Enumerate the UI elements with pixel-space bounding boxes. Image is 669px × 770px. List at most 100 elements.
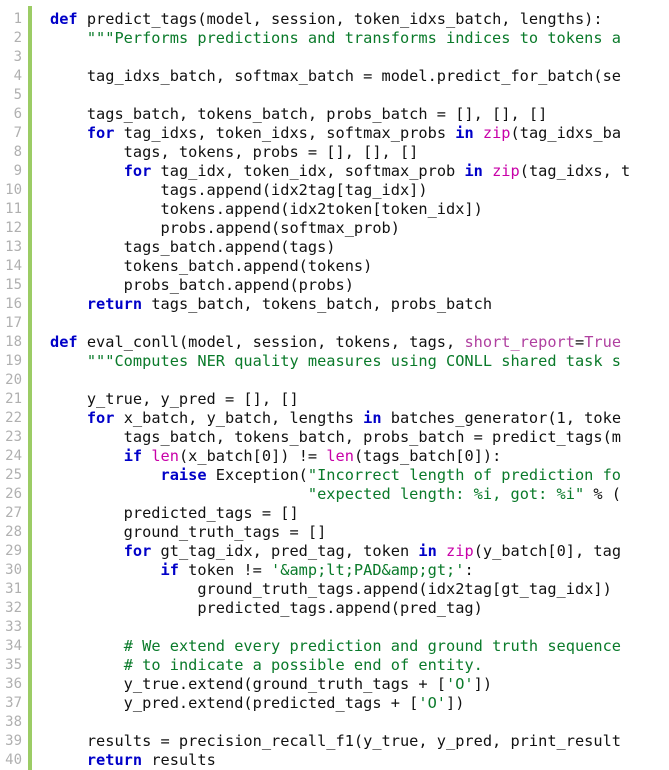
line-number: 5 xyxy=(13,87,22,103)
line-number: 34 xyxy=(5,638,22,654)
code-text: def predict_tags(model, session, token_i… xyxy=(50,10,603,29)
line-number: 37 xyxy=(5,695,22,711)
string-token: "Incorrect length of prediction fo xyxy=(307,466,622,484)
code-text: if token != '&amp;lt;PAD&amp;gt;': xyxy=(50,561,474,580)
code-text: tokens.append(idx2token[token_idx]) xyxy=(50,200,483,219)
code-text: results = precision_recall_f1(y_true, y_… xyxy=(50,732,621,751)
code-text: # to indicate a possible end of entity. xyxy=(50,656,483,675)
code-token: y_true.extend(ground_truth_tags + [ xyxy=(50,675,447,693)
code-text: return tags_batch, tokens_batch, probs_b… xyxy=(50,295,492,314)
line-number: 9 xyxy=(13,163,22,179)
code-token: eval_conll(model, session, tokens, tags, xyxy=(77,333,465,351)
code-text: tags_batch, tokens_batch, probs_batch = … xyxy=(50,428,621,447)
code-token: results = precision_recall_f1(y_true, y_… xyxy=(50,732,621,750)
code-text: tags.append(idx2tag[tag_idx]) xyxy=(50,181,428,200)
code-token: tag_idxs_batch, softmax_batch = model.pr… xyxy=(50,67,621,85)
builtin-token: zip xyxy=(482,124,511,142)
code-text: """Performs predictions and transforms i… xyxy=(50,29,621,48)
code-text: for x_batch, y_batch, lengths in batches… xyxy=(50,409,621,428)
code-token: token != xyxy=(178,561,272,579)
keyword-token: if xyxy=(123,447,143,465)
string-token: "expected length: %i, got: %i" xyxy=(307,485,585,503)
code-text: """Computes NER quality measures using C… xyxy=(50,352,621,371)
line-number: 38 xyxy=(5,714,22,730)
code-token: x_batch, y_batch, lengths xyxy=(114,409,364,427)
line-number: 11 xyxy=(5,201,22,217)
keyword-token: for xyxy=(123,542,152,560)
keyword-token: if xyxy=(160,561,179,579)
code-token: ]) xyxy=(446,694,465,712)
code-token: predicted_tags.append(pred_tag) xyxy=(50,599,483,617)
code-token: Exception( xyxy=(206,466,308,484)
code-token: tag_idxs, token_idxs, softmax_probs xyxy=(114,124,456,142)
builtin-token: zip xyxy=(446,542,474,560)
string-token: '&amp;lt;PAD&amp;gt;' xyxy=(271,561,465,579)
code-text: tags_batch.append(tags) xyxy=(50,238,336,257)
comment-token: # We extend every prediction and ground … xyxy=(123,637,622,655)
string-token: 'O' xyxy=(418,694,447,712)
code-token: predict_tags(model, session, token_idxs_… xyxy=(77,10,603,28)
keyword-token: for xyxy=(86,409,115,427)
code-text: predicted_tags = [] xyxy=(50,504,299,523)
code-text: for tag_idxs, token_idxs, softmax_probs … xyxy=(50,124,621,143)
builtin-token: zip xyxy=(492,162,520,180)
code-token: ]) xyxy=(473,675,493,693)
code-text: tokens_batch.append(tokens) xyxy=(50,257,373,276)
builtin-token: len xyxy=(326,447,354,465)
code-text: predicted_tags.append(pred_tag) xyxy=(50,599,483,618)
change-indicator-bar xyxy=(28,6,32,770)
code-text: y_true, y_pred = [], [] xyxy=(50,390,299,409)
code-token: (tag_idxs_ba xyxy=(510,124,622,142)
keyword-argument-token: True xyxy=(584,333,622,351)
string-token: """Performs predictions and transforms i… xyxy=(86,29,621,47)
line-number: 22 xyxy=(5,410,22,426)
keyword-token: in xyxy=(464,162,483,180)
comment-token: # to indicate a possible end of entity. xyxy=(123,656,483,674)
line-number: 7 xyxy=(13,125,22,141)
keyword-token: raise xyxy=(160,466,207,484)
code-text: for gt_tag_idx, pred_tag, token in zip(y… xyxy=(50,542,621,561)
keyword-token: in xyxy=(418,542,437,560)
code-text: ground_truth_tags = [] xyxy=(50,523,327,542)
line-number: 39 xyxy=(5,733,22,749)
line-number: 31 xyxy=(5,581,22,597)
code-token: batches_generator(1, toke xyxy=(381,409,622,427)
line-number: 12 xyxy=(5,220,22,236)
keyword-token: return xyxy=(86,751,143,769)
line-number: 8 xyxy=(13,144,22,160)
line-number: 20 xyxy=(5,372,22,388)
code-token: (y_batch[0], tag xyxy=(473,542,622,560)
line-number: 25 xyxy=(5,467,22,483)
line-number: 36 xyxy=(5,676,22,692)
keyword-token: def xyxy=(50,10,78,28)
code-token: tags.append(idx2tag[tag_idx]) xyxy=(50,181,428,199)
code-text: if len(x_batch[0]) != len(tags_batch[0])… xyxy=(50,447,502,466)
code-text: "expected length: %i, got: %i" % ( xyxy=(50,485,621,504)
code-token: probs.append(softmax_prob) xyxy=(50,219,400,237)
code-token: tag_idx, token_idx, softmax_prob xyxy=(151,162,465,180)
line-number: 29 xyxy=(5,543,22,559)
builtin-token: len xyxy=(151,447,179,465)
code-text: probs_batch.append(probs) xyxy=(50,276,354,295)
code-text: tags_batch, tokens_batch, probs_batch = … xyxy=(50,105,548,124)
line-number: 19 xyxy=(5,353,22,369)
line-number: 33 xyxy=(5,619,22,635)
line-number: 24 xyxy=(5,448,22,464)
code-text: y_pred.extend(predicted_tags + ['O']) xyxy=(50,694,465,713)
code-token: tags, tokens, probs = [], [], [] xyxy=(50,143,419,161)
keyword-argument-token: short_report xyxy=(464,333,575,351)
code-editor[interactable]: 1 def predict_tags(model, session, token_… xyxy=(0,0,669,770)
